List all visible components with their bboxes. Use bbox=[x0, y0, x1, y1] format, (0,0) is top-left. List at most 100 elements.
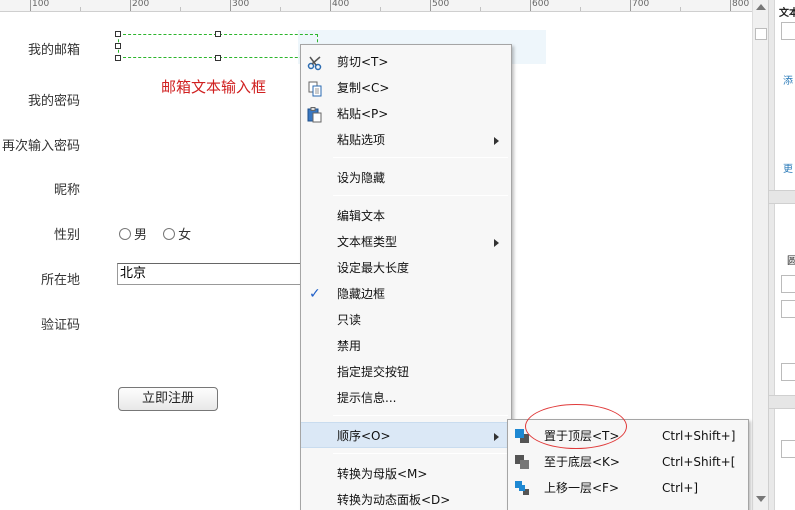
panel-section-divider bbox=[769, 395, 795, 409]
gender-male-label: 男 bbox=[134, 228, 148, 243]
ruler-tick bbox=[230, 0, 231, 11]
menu-item-label: 设为隐藏 bbox=[337, 171, 386, 185]
menu-item-label: 隐藏边框 bbox=[337, 287, 386, 301]
right-inspector-panel: 文本 添 更 圆 bbox=[768, 0, 795, 510]
location-input[interactable]: 北京 bbox=[117, 263, 307, 285]
menu-item-hide-border[interactable]: ✓ 隐藏边框 bbox=[301, 281, 511, 307]
menu-item-label: 转换为动态面板<D> bbox=[337, 493, 451, 507]
scissors-icon bbox=[307, 56, 322, 71]
submenu-item-shortcut: Ctrl+] bbox=[662, 481, 699, 495]
ruler-label-200: 200 bbox=[132, 0, 150, 9]
register-button[interactable]: 立即注册 bbox=[118, 387, 218, 411]
menu-item-order[interactable]: 顺序<O> bbox=[301, 422, 511, 448]
inspector-field[interactable] bbox=[781, 440, 795, 458]
ruler-label-800: 800 bbox=[732, 0, 750, 9]
menu-item-label: 文本框类型 bbox=[337, 235, 398, 249]
menu-item-label: 粘贴<P> bbox=[337, 107, 389, 121]
paste-icon bbox=[307, 107, 322, 123]
inspector-more-link[interactable]: 更 bbox=[783, 160, 793, 175]
annotation-ellipse bbox=[525, 404, 627, 449]
submenu-item-shortcut: Ctrl+Shift+] bbox=[662, 429, 736, 443]
gender-female-label: 女 bbox=[178, 228, 192, 243]
ruler-minor-tick bbox=[80, 7, 81, 11]
resize-handle[interactable] bbox=[115, 31, 121, 37]
gender-option-male[interactable]: 男 bbox=[119, 228, 147, 243]
gender-option-female[interactable]: 女 bbox=[163, 228, 191, 243]
submenu-arrow-icon bbox=[494, 433, 499, 441]
password-confirm-label: 再次输入密码 bbox=[1, 139, 80, 154]
menu-separator bbox=[333, 415, 508, 416]
radio-button[interactable] bbox=[119, 228, 131, 240]
submenu-item-label: 上移一层<F> bbox=[544, 481, 620, 495]
resize-handle[interactable] bbox=[115, 55, 121, 61]
menu-item-label: 提示信息... bbox=[337, 391, 397, 405]
ruler-minor-tick bbox=[180, 7, 181, 11]
menu-item-read-only[interactable]: 只读 bbox=[301, 307, 511, 333]
submenu-item-send-to-back[interactable]: 至于底层<K> Ctrl+Shift+[ bbox=[508, 449, 748, 475]
scroll-thumb[interactable] bbox=[755, 28, 767, 40]
ruler-label-100: 100 bbox=[32, 0, 50, 9]
location-label: 所在地 bbox=[40, 273, 80, 288]
inspector-input[interactable] bbox=[781, 22, 795, 40]
inspector-add-link[interactable]: 添 bbox=[783, 72, 793, 87]
panel-splitter[interactable] bbox=[769, 0, 775, 510]
resize-handle[interactable] bbox=[115, 43, 121, 49]
menu-item-paste[interactable]: 粘贴<P> bbox=[301, 101, 511, 127]
menu-item-label: 编辑文本 bbox=[337, 209, 386, 223]
ruler-label-700: 700 bbox=[632, 0, 650, 9]
menu-item-tooltip[interactable]: 提示信息... bbox=[301, 385, 511, 411]
ruler-minor-tick bbox=[480, 7, 481, 11]
ruler-tick bbox=[330, 0, 331, 11]
checkmark-icon: ✓ bbox=[309, 286, 321, 302]
submenu-arrow-icon bbox=[494, 137, 499, 145]
context-menu: 剪切<T> 复制<C> 粘贴<P> 粘贴选项 设为隐藏 编辑文本 文本框类型 设… bbox=[300, 44, 512, 510]
captcha-label: 验证码 bbox=[40, 318, 80, 333]
ruler-tick bbox=[130, 0, 131, 11]
submenu-item-shortcut: Ctrl+Shift+[ bbox=[662, 455, 736, 469]
email-annotation-text: 邮箱文本输入框 bbox=[161, 78, 267, 96]
submenu-item-label: 至于底层<K> bbox=[544, 455, 620, 469]
menu-item-copy[interactable]: 复制<C> bbox=[301, 75, 511, 101]
submenu-arrow-icon bbox=[494, 239, 499, 247]
menu-item-textbox-type[interactable]: 文本框类型 bbox=[301, 229, 511, 255]
email-label: 我的邮箱 bbox=[27, 43, 80, 58]
menu-item-label: 指定提交按钮 bbox=[337, 365, 410, 379]
menu-item-label: 粘贴选项 bbox=[337, 133, 386, 147]
resize-handle[interactable] bbox=[215, 55, 221, 61]
menu-item-label: 转换为母版<M> bbox=[337, 467, 428, 481]
radio-button[interactable] bbox=[163, 228, 176, 240]
inspector-title: 文本 bbox=[779, 8, 795, 19]
menu-item-label: 只读 bbox=[337, 313, 362, 327]
ruler-tick bbox=[530, 0, 531, 11]
ruler-tick bbox=[30, 0, 31, 11]
menu-separator bbox=[333, 195, 508, 196]
menu-item-cut[interactable]: 剪切<T> bbox=[301, 49, 511, 75]
menu-item-to-master[interactable]: 转换为母版<M> bbox=[301, 461, 511, 487]
menu-separator bbox=[333, 453, 508, 454]
menu-item-to-dynamic-panel[interactable]: 转换为动态面板<D> bbox=[301, 487, 511, 510]
ruler-minor-tick bbox=[280, 7, 281, 11]
inspector-field[interactable] bbox=[781, 363, 795, 381]
menu-item-disable[interactable]: 禁用 bbox=[301, 333, 511, 359]
menu-item-max-length[interactable]: 设定最大长度 bbox=[301, 255, 511, 281]
vertical-scrollbar[interactable] bbox=[752, 0, 768, 510]
inspector-field[interactable] bbox=[781, 300, 795, 318]
menu-item-label: 顺序<O> bbox=[337, 429, 391, 443]
gender-radio-group: 男 女 bbox=[119, 224, 203, 243]
menu-item-edit-text[interactable]: 编辑文本 bbox=[301, 203, 511, 229]
menu-item-submit-button[interactable]: 指定提交按钮 bbox=[301, 359, 511, 385]
gender-label: 性别 bbox=[53, 228, 80, 243]
submenu-item-bring-forward[interactable]: 上移一层<F> Ctrl+] bbox=[508, 475, 748, 501]
menu-item-paste-options[interactable]: 粘贴选项 bbox=[301, 127, 511, 153]
inspector-field[interactable] bbox=[781, 275, 795, 293]
resize-handle[interactable] bbox=[215, 31, 221, 37]
horizontal-ruler: 100 200 300 400 500 600 700 800 bbox=[0, 0, 752, 12]
ruler-label-400: 400 bbox=[332, 0, 350, 9]
ruler-minor-tick bbox=[380, 7, 381, 11]
menu-separator bbox=[333, 157, 508, 158]
menu-item-label: 复制<C> bbox=[337, 81, 390, 95]
scroll-up-icon[interactable] bbox=[756, 4, 766, 10]
scroll-down-icon[interactable] bbox=[756, 496, 766, 502]
nickname-label: 昵称 bbox=[53, 183, 80, 198]
menu-item-set-hidden[interactable]: 设为隐藏 bbox=[301, 165, 511, 191]
